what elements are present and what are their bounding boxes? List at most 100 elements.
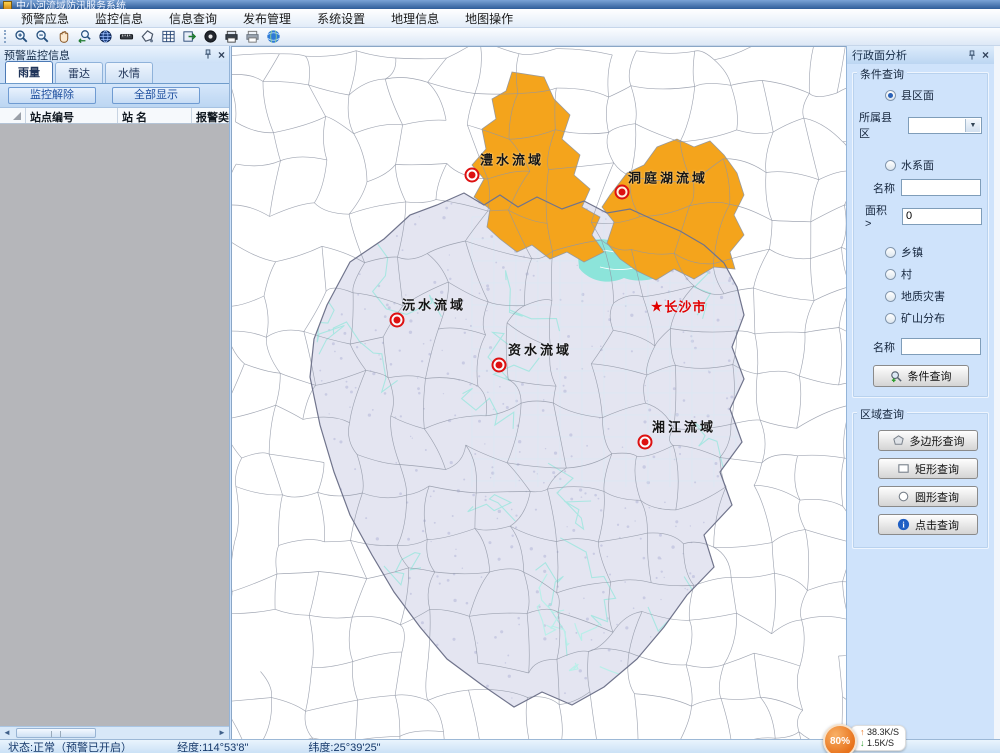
map-canvas[interactable]: 澧水流域洞庭湖流域沅水流域资水流域湘江流域★长沙市 xyxy=(231,46,847,739)
close-icon[interactable]: × xyxy=(218,50,225,60)
radio-county-area[interactable] xyxy=(885,90,896,101)
menu-item-geo-info[interactable]: 地理信息 xyxy=(378,8,452,29)
select-polygon-button[interactable] xyxy=(137,28,158,45)
radio-village[interactable] xyxy=(885,269,896,280)
city-star-icon: ★ xyxy=(650,298,663,316)
basin-label: 洞庭湖流域 xyxy=(628,168,708,187)
pin-icon[interactable] xyxy=(203,49,213,60)
circle-query-button[interactable]: 圆形查询 xyxy=(878,486,978,507)
right-panel-header: 行政面分析 × xyxy=(847,46,994,64)
web-map-button[interactable] xyxy=(263,28,284,45)
netspeed-readout: ↑ 38.3K/S ↓ 1.5K/S xyxy=(850,725,906,751)
grid-icon xyxy=(161,29,176,44)
condition-query-button-label: 条件查询 xyxy=(908,368,952,384)
area-input[interactable] xyxy=(902,208,982,225)
menu-item-publish-manage[interactable]: 发布管理 xyxy=(230,8,304,29)
world-icon xyxy=(266,29,281,44)
select-all-column[interactable] xyxy=(0,108,26,123)
zoom-in-button[interactable] xyxy=(11,28,32,45)
column-station-name[interactable]: 站 名 xyxy=(118,108,192,123)
printer-preview-icon xyxy=(245,29,260,44)
netspeed-widget[interactable]: 80% ↑ 38.3K/S ↓ 1.5K/S xyxy=(823,724,906,753)
station-marker[interactable] xyxy=(615,185,630,200)
close-icon[interactable]: × xyxy=(982,50,989,60)
menu-bar: 预警应急 监控信息 信息查询 发布管理 系统设置 地理信息 地图操作 xyxy=(0,9,1000,28)
search-plus-icon xyxy=(890,370,903,383)
basin-label: 湘江流域 xyxy=(652,417,716,436)
show-all-button[interactable]: 全部显示 xyxy=(112,87,200,104)
release-monitor-button[interactable]: 监控解除 xyxy=(8,87,96,104)
info-icon: i xyxy=(897,518,910,531)
menu-item-warning-emergency[interactable]: 预警应急 xyxy=(8,8,82,29)
condition-query-label: 条件查询 xyxy=(857,66,907,82)
condition-query-button[interactable]: 条件查询 xyxy=(873,365,969,387)
menu-item-map-operations[interactable]: 地图操作 xyxy=(452,8,526,29)
station-marker[interactable] xyxy=(492,358,507,373)
station-table-header: 站点编号 站 名 报警类别 xyxy=(0,108,229,124)
map-toolbar xyxy=(0,28,1000,46)
download-speed: ↓ 1.5K/S xyxy=(860,738,894,748)
ruler-icon xyxy=(119,29,134,44)
station-marker[interactable] xyxy=(465,168,480,183)
circle-icon xyxy=(897,490,910,503)
radio-geo-disaster[interactable] xyxy=(885,291,896,302)
zoom-out-button[interactable] xyxy=(32,28,53,45)
radio-county-area-label: 县区面 xyxy=(901,87,934,103)
tab-radar[interactable]: 雷达 xyxy=(55,62,103,83)
basin-label: 资水流域 xyxy=(508,340,572,359)
menu-item-monitor-info[interactable]: 监控信息 xyxy=(82,8,156,29)
menu-item-system-settings[interactable]: 系统设置 xyxy=(304,8,378,29)
left-panel-hscrollbar[interactable]: ◄ ► xyxy=(0,726,229,739)
export-icon xyxy=(182,29,197,44)
region-query-label: 区域查询 xyxy=(857,406,907,422)
click-query-label: 点击查询 xyxy=(915,517,959,533)
pan-button[interactable] xyxy=(53,28,74,45)
printer-icon xyxy=(224,29,239,44)
pin-icon[interactable] xyxy=(967,50,977,61)
radio-water-system[interactable] xyxy=(885,160,896,171)
zoom-previous-icon xyxy=(77,29,92,44)
zoom-previous-button[interactable] xyxy=(74,28,95,45)
rectangle-icon xyxy=(897,462,910,475)
name2-input[interactable] xyxy=(901,338,981,355)
radio-mine-distribution-label: 矿山分布 xyxy=(901,310,945,326)
sort-triangle-icon xyxy=(13,112,21,120)
county-field-label: 所属县区 xyxy=(859,109,902,141)
tab-water-regime[interactable]: 水情 xyxy=(105,62,153,83)
rectangle-query-button[interactable]: 矩形查询 xyxy=(878,458,978,479)
record-button[interactable] xyxy=(200,28,221,45)
scrollbar-thumb[interactable] xyxy=(16,728,96,738)
polygon-query-button[interactable]: 多边形查询 xyxy=(878,430,978,451)
chevron-down-icon: ▼ xyxy=(965,119,980,132)
window-edge xyxy=(994,46,1000,739)
station-marker[interactable] xyxy=(390,313,405,328)
polygon-query-label: 多边形查询 xyxy=(910,433,965,449)
click-query-button[interactable]: i 点击查询 xyxy=(878,514,978,535)
area-field-label: 面积 > xyxy=(865,202,896,230)
radio-town[interactable] xyxy=(885,247,896,258)
print-button[interactable] xyxy=(221,28,242,45)
county-select[interactable]: ▼ xyxy=(908,117,982,134)
radio-geo-disaster-label: 地质灾害 xyxy=(901,288,945,304)
tab-rainfall[interactable]: 雨量 xyxy=(5,61,53,83)
zoom-out-icon xyxy=(35,29,50,44)
basin-label: 澧水流域 xyxy=(480,150,544,169)
scroll-right-icon[interactable]: ► xyxy=(215,727,229,739)
menu-item-info-query[interactable]: 信息查询 xyxy=(156,8,230,29)
station-marker[interactable] xyxy=(638,435,653,450)
name-input[interactable] xyxy=(901,179,981,196)
print-preview-button[interactable] xyxy=(242,28,263,45)
grid-window-button[interactable] xyxy=(158,28,179,45)
status-longitude: 经度:114°53'8" xyxy=(177,739,248,753)
scroll-left-icon[interactable]: ◄ xyxy=(0,727,14,739)
column-alarm-type[interactable]: 报警类别 xyxy=(192,108,229,123)
station-table-body[interactable] xyxy=(0,124,229,726)
admin-area-analysis-panel: 行政面分析 × 条件查询 县区面 所属县区 ▼ 水系面 名称 xyxy=(846,46,994,739)
column-station-id[interactable]: 站点编号 xyxy=(26,108,118,123)
full-extent-button[interactable] xyxy=(95,28,116,45)
record-icon xyxy=(203,29,218,44)
polygon-icon xyxy=(892,434,905,447)
measure-button[interactable] xyxy=(116,28,137,45)
export-map-button[interactable] xyxy=(179,28,200,45)
radio-mine-distribution[interactable] xyxy=(885,313,896,324)
